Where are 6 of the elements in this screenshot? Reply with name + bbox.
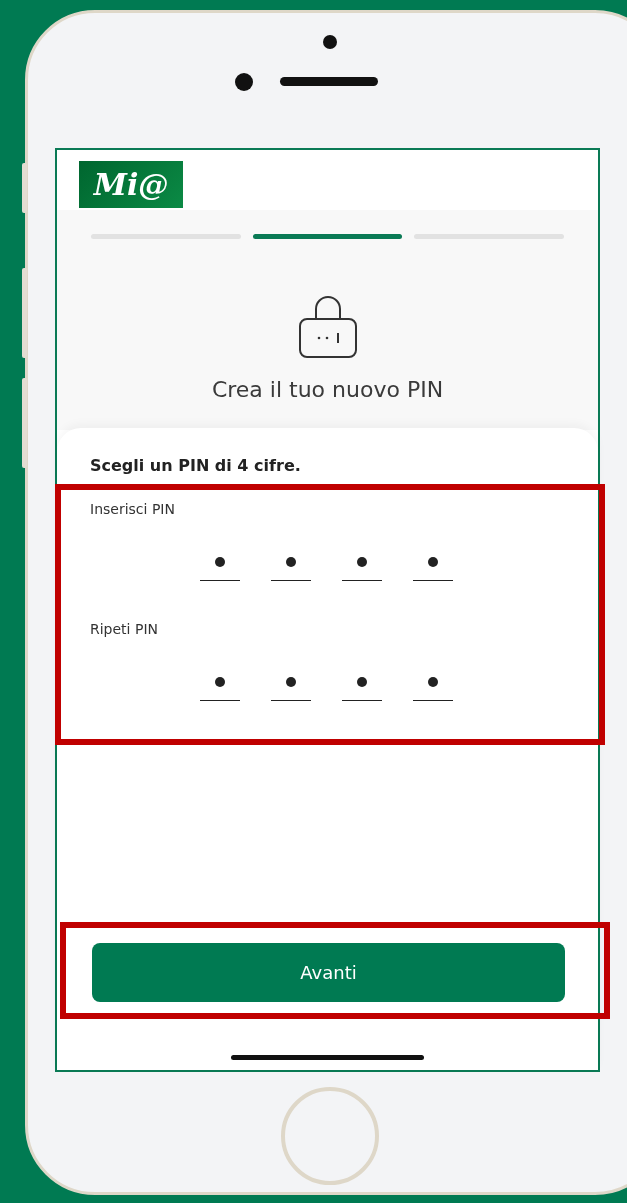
field-label: Ripeti PIN [90,621,159,637]
instruction-text: Scegli un PIN di 4 cifre. [90,456,302,475]
field-label: Inserisci PIN [90,501,176,517]
page-title: Crea il tuo nuovo PIN [211,377,444,402]
logo: Mi@ [79,160,183,208]
next-button[interactable]: Avanti [92,943,565,1002]
